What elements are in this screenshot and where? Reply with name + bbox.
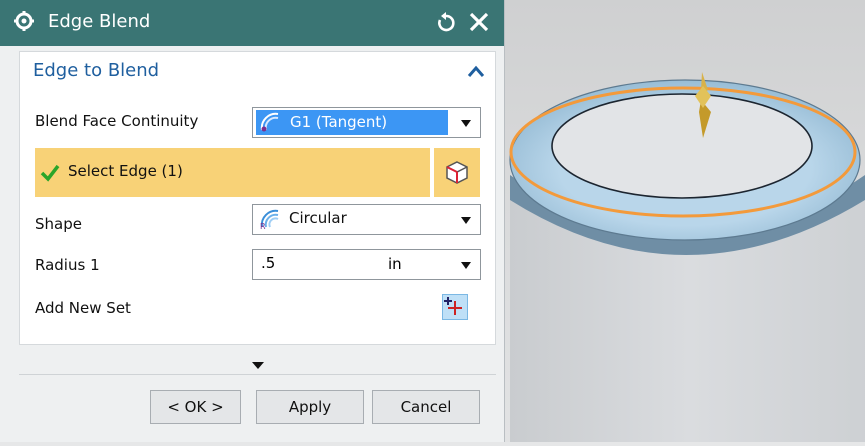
shape-dropdown[interactable]: R Circular [252, 204, 481, 235]
apply-button[interactable]: Apply [256, 390, 364, 424]
graphics-viewport[interactable] [505, 0, 865, 442]
edge-to-blend-group: Edge to Blend Blend Face Continuity G1 (… [19, 51, 496, 345]
select-edge-button[interactable] [432, 148, 480, 197]
reset-icon[interactable] [436, 11, 456, 33]
blend-face-continuity-dropdown[interactable]: G1 (Tangent) [252, 107, 481, 138]
check-icon [40, 164, 60, 182]
cancel-button[interactable]: Cancel [372, 390, 480, 424]
divider [19, 374, 496, 375]
ok-button[interactable]: < OK > [150, 390, 241, 424]
blend-model [509, 72, 865, 442]
tangent-blend-icon [260, 112, 279, 132]
continuity-value: G1 (Tangent) [290, 113, 388, 131]
edge-blend-dialog: Edge Blend Edge to Blend Blend Face Cont… [0, 0, 505, 442]
chevron-down-icon [461, 217, 471, 224]
collapse-icon[interactable] [467, 64, 485, 78]
shape-label: Shape [35, 215, 82, 233]
blend-face-continuity-label: Blend Face Continuity [35, 112, 199, 130]
select-edge-label: Select Edge (1) [68, 162, 183, 180]
radius-unit[interactable]: in [388, 255, 402, 273]
select-cube-icon [446, 161, 468, 184]
add-new-set-label: Add New Set [35, 299, 131, 317]
gear-icon [14, 11, 34, 31]
chevron-down-icon[interactable] [461, 262, 471, 269]
close-icon[interactable] [466, 9, 492, 35]
add-new-set-button[interactable] [442, 294, 468, 320]
svg-text:R: R [260, 222, 266, 230]
radius-input[interactable]: .5 in [252, 249, 481, 280]
dialog-title: Edge Blend [48, 11, 151, 32]
radius-value: .5 [261, 254, 276, 272]
select-edge-row[interactable]: Select Edge (1) [35, 148, 430, 197]
group-title: Edge to Blend [33, 60, 160, 81]
group-header[interactable]: Edge to Blend [20, 52, 495, 92]
dropdown-selected-value: G1 (Tangent) [256, 110, 448, 135]
dialog-titlebar: Edge Blend [0, 0, 504, 46]
add-set-icon [444, 297, 462, 315]
expand-more-icon[interactable] [252, 362, 264, 369]
radius-label: Radius 1 [35, 256, 100, 274]
chevron-down-icon [461, 120, 471, 127]
circular-shape-icon: R [260, 209, 279, 230]
shape-value: Circular [289, 209, 347, 227]
